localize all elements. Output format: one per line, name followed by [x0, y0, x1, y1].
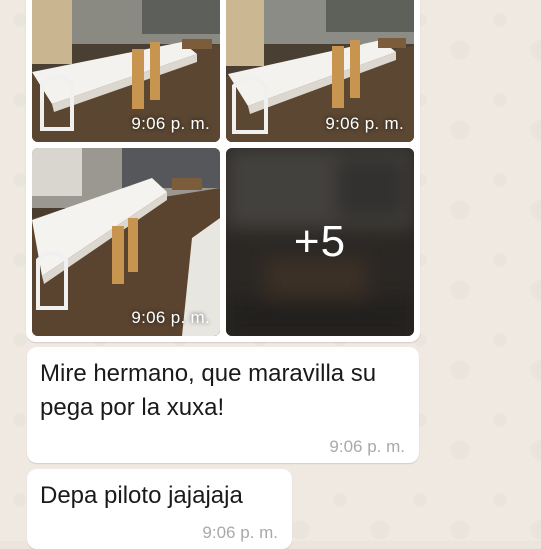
message-text: Mire hermano, que maravilla su pega por … — [40, 360, 377, 421]
photo-timestamp: 9:06 p. m. — [131, 308, 210, 327]
more-photos-count: +5 — [293, 217, 347, 266]
message-text: Depa piloto jajajaja — [40, 482, 243, 509]
message-bubble[interactable]: Mire hermano, que maravilla su pega por … — [27, 347, 419, 463]
album-photo[interactable]: 9:06 p. m. — [32, 148, 220, 336]
message-timestamp: 9:06 p. m. — [329, 437, 405, 456]
more-photos-tile[interactable]: +5 — [226, 148, 414, 336]
image-album-message[interactable]: 9:06 p. m. 9:06 p. m. 9:06 p. m. +5 — [26, 0, 420, 342]
album-photo[interactable]: 9:06 p. m. — [32, 0, 220, 142]
album-photo[interactable]: 9:06 p. m. — [226, 0, 414, 142]
photo-timestamp: 9:06 p. m. — [325, 114, 404, 133]
message-bubble[interactable]: Depa piloto jajajaja 9:06 p. m. — [27, 469, 292, 549]
more-photos-overlay: +5 — [226, 148, 414, 336]
message-timestamp: 9:06 p. m. — [202, 523, 278, 542]
photo-timestamp: 9:06 p. m. — [131, 114, 210, 133]
